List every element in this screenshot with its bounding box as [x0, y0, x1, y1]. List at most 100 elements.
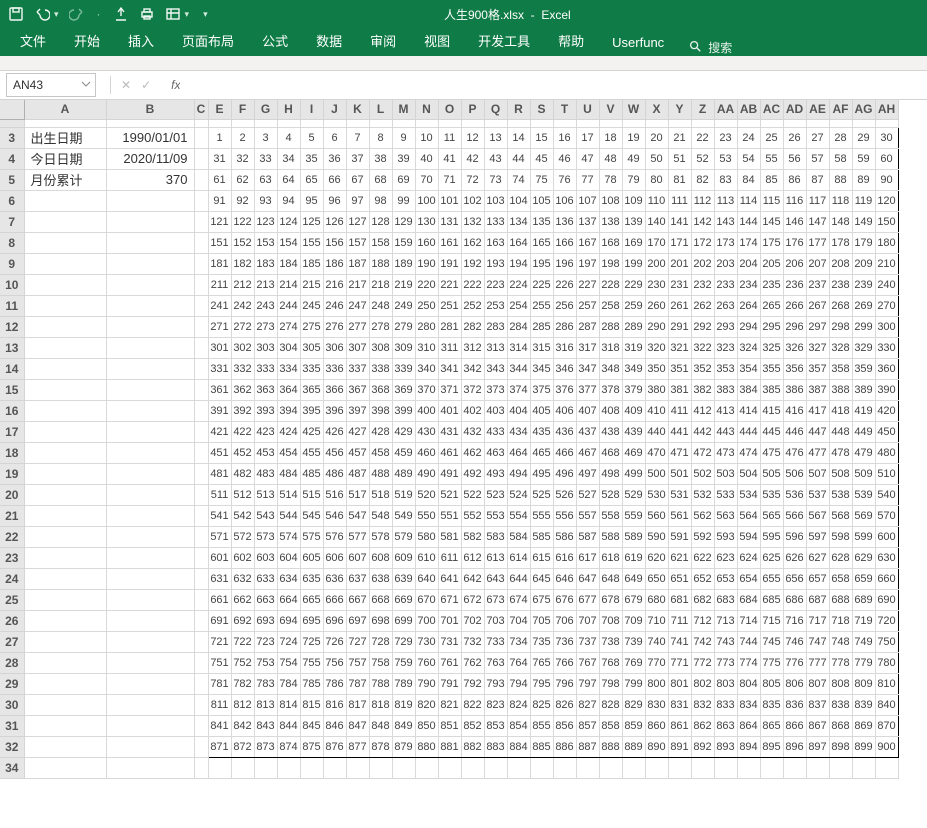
grid-cell-608[interactable]: 608 — [369, 547, 392, 568]
grid-cell-16[interactable]: 16 — [553, 127, 576, 148]
grid-cell-110[interactable]: 110 — [645, 190, 668, 211]
grid-cell-645[interactable]: 645 — [530, 568, 553, 589]
grid-cell-319[interactable]: 319 — [622, 337, 645, 358]
grid-cell-633[interactable]: 633 — [254, 568, 277, 589]
grid-cell-892[interactable]: 892 — [691, 736, 714, 757]
grid-cell-35[interactable]: 35 — [300, 148, 323, 169]
grid-cell-567[interactable]: 567 — [806, 505, 829, 526]
grid-cell-802[interactable]: 802 — [691, 673, 714, 694]
grid-cell-317[interactable]: 317 — [576, 337, 599, 358]
cell-C25[interactable] — [194, 589, 208, 610]
grid-cell-807[interactable]: 807 — [806, 673, 829, 694]
grid-cell-568[interactable]: 568 — [829, 505, 852, 526]
col-header-B[interactable]: B — [106, 100, 194, 119]
grid-cell-532[interactable]: 532 — [691, 484, 714, 505]
grid-cell-331[interactable]: 331 — [208, 358, 231, 379]
grid-cell-125[interactable]: 125 — [300, 211, 323, 232]
grid-cell-252[interactable]: 252 — [461, 295, 484, 316]
cell-A28[interactable] — [24, 652, 106, 673]
grid-cell-29[interactable]: 29 — [852, 127, 875, 148]
grid-cell-237[interactable]: 237 — [806, 274, 829, 295]
grid-cell-432[interactable]: 432 — [461, 421, 484, 442]
grid-cell-884[interactable]: 884 — [507, 736, 530, 757]
grid-cell-48[interactable]: 48 — [599, 148, 622, 169]
grid-cell-801[interactable]: 801 — [668, 673, 691, 694]
grid-cell-684[interactable]: 684 — [737, 589, 760, 610]
grid-cell-569[interactable]: 569 — [852, 505, 875, 526]
grid-cell-829[interactable]: 829 — [622, 694, 645, 715]
grid-cell-365[interactable]: 365 — [300, 379, 323, 400]
cell-C31[interactable] — [194, 715, 208, 736]
col-header-J[interactable]: J — [323, 100, 346, 119]
grid-cell-387[interactable]: 387 — [806, 379, 829, 400]
grid-cell-581[interactable]: 581 — [438, 526, 461, 547]
col-header-Z[interactable]: Z — [691, 100, 714, 119]
grid-cell-196[interactable]: 196 — [553, 253, 576, 274]
grid-cell-784[interactable]: 784 — [277, 673, 300, 694]
grid-cell-588[interactable]: 588 — [599, 526, 622, 547]
grid-cell-135[interactable]: 135 — [530, 211, 553, 232]
grid-cell-74[interactable]: 74 — [507, 169, 530, 190]
grid-cell-718[interactable]: 718 — [829, 610, 852, 631]
grid-cell-283[interactable]: 283 — [484, 316, 507, 337]
grid-cell-528[interactable]: 528 — [599, 484, 622, 505]
grid-cell-151[interactable]: 151 — [208, 232, 231, 253]
grid-cell-623[interactable]: 623 — [714, 547, 737, 568]
grid-cell-476[interactable]: 476 — [783, 442, 806, 463]
grid-cell-224[interactable]: 224 — [507, 274, 530, 295]
grid-cell-371[interactable]: 371 — [438, 379, 461, 400]
grid-cell-583[interactable]: 583 — [484, 526, 507, 547]
grid-cell-687[interactable]: 687 — [806, 589, 829, 610]
grid-cell-690[interactable]: 690 — [875, 589, 898, 610]
undo-dropdown-icon[interactable]: ▾ — [54, 9, 59, 20]
grid-cell-214[interactable]: 214 — [277, 274, 300, 295]
grid-cell-129[interactable]: 129 — [392, 211, 415, 232]
grid-cell-827[interactable]: 827 — [576, 694, 599, 715]
grid-cell-557[interactable]: 557 — [576, 505, 599, 526]
grid-cell-507[interactable]: 507 — [806, 463, 829, 484]
grid-cell-155[interactable]: 155 — [300, 232, 323, 253]
grid-cell-868[interactable]: 868 — [829, 715, 852, 736]
grid-cell-247[interactable]: 247 — [346, 295, 369, 316]
row-header-4[interactable]: 4 — [0, 148, 24, 169]
col-header-K[interactable]: K — [346, 100, 369, 119]
grid-cell-585[interactable]: 585 — [530, 526, 553, 547]
grid-cell-620[interactable]: 620 — [645, 547, 668, 568]
grid-cell-206[interactable]: 206 — [783, 253, 806, 274]
grid-cell-465[interactable]: 465 — [530, 442, 553, 463]
grid-cell-28[interactable]: 28 — [829, 127, 852, 148]
grid-cell-453[interactable]: 453 — [254, 442, 277, 463]
grid-cell-420[interactable]: 420 — [875, 400, 898, 421]
tab-home[interactable]: 开始 — [60, 25, 114, 56]
grid-cell-blank[interactable] — [530, 757, 553, 778]
grid-cell-14[interactable]: 14 — [507, 127, 530, 148]
grid-cell-842[interactable]: 842 — [231, 715, 254, 736]
grid-cell-642[interactable]: 642 — [461, 568, 484, 589]
grid-cell-390[interactable]: 390 — [875, 379, 898, 400]
grid-cell-660[interactable]: 660 — [875, 568, 898, 589]
cell-C11[interactable] — [194, 295, 208, 316]
grid-cell-665[interactable]: 665 — [300, 589, 323, 610]
grid-cell-637[interactable]: 637 — [346, 568, 369, 589]
grid-cell-803[interactable]: 803 — [714, 673, 737, 694]
grid-cell-524[interactable]: 524 — [507, 484, 530, 505]
cell-B20[interactable] — [106, 484, 194, 505]
grid-cell-857[interactable]: 857 — [576, 715, 599, 736]
grid-cell-248[interactable]: 248 — [369, 295, 392, 316]
grid-cell-860[interactable]: 860 — [645, 715, 668, 736]
col-header-C[interactable]: C — [194, 100, 208, 119]
grid-cell-486[interactable]: 486 — [323, 463, 346, 484]
row-header-17[interactable]: 17 — [0, 421, 24, 442]
grid-cell-79[interactable]: 79 — [622, 169, 645, 190]
grid-cell-249[interactable]: 249 — [392, 295, 415, 316]
grid-cell-309[interactable]: 309 — [392, 337, 415, 358]
grid-cell-437[interactable]: 437 — [576, 421, 599, 442]
grid-cell-726[interactable]: 726 — [323, 631, 346, 652]
grid-cell-60[interactable]: 60 — [875, 148, 898, 169]
grid-cell-343[interactable]: 343 — [484, 358, 507, 379]
row-header-26[interactable]: 26 — [0, 610, 24, 631]
grid-cell-403[interactable]: 403 — [484, 400, 507, 421]
col-header-W[interactable]: W — [622, 100, 645, 119]
grid-cell-368[interactable]: 368 — [369, 379, 392, 400]
cell-A3[interactable]: 出生日期 — [24, 127, 106, 148]
